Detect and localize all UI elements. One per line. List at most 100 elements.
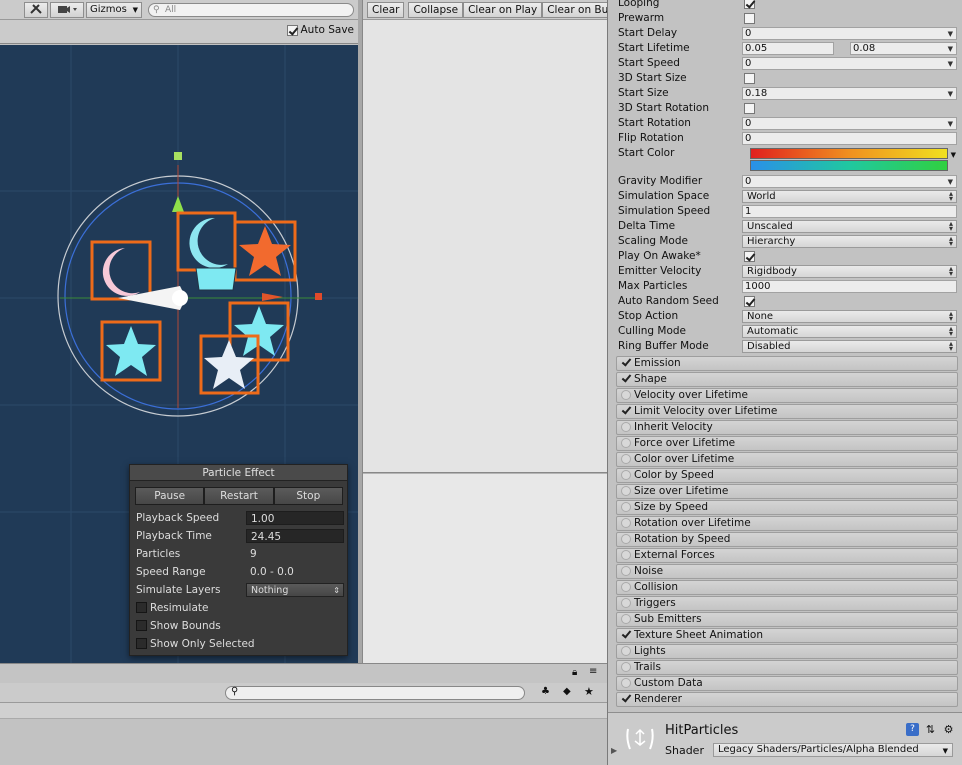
- resimulate-row[interactable]: Resimulate: [136, 600, 344, 616]
- module-lights[interactable]: Lights: [616, 644, 958, 659]
- module-toggle[interactable]: [621, 374, 631, 384]
- module-toggle[interactable]: [621, 614, 631, 624]
- module-limit-velocity-over-lifetime[interactable]: Limit Velocity over Lifetime: [616, 404, 958, 419]
- autosave-checkbox[interactable]: [286, 24, 298, 36]
- filter-type-icon[interactable]: ♣: [541, 686, 550, 697]
- restart-button[interactable]: Restart: [204, 487, 274, 505]
- playback-speed-field[interactable]: 1.00: [246, 511, 344, 525]
- start-lifetime-min-field[interactable]: 0.05: [742, 42, 834, 55]
- module-toggle[interactable]: [621, 470, 631, 480]
- module-toggle[interactable]: [621, 630, 631, 640]
- console-clear-button[interactable]: Clear: [367, 2, 405, 18]
- module-toggle[interactable]: [621, 438, 631, 448]
- autosave-toggle[interactable]: Auto Save: [286, 24, 354, 36]
- looping-checkbox[interactable]: [744, 0, 755, 9]
- emitter-velocity-dropdown[interactable]: Rigidbody ▴ ▾: [742, 265, 957, 278]
- module-emission[interactable]: Emission: [616, 356, 958, 371]
- chevron-down-icon[interactable]: ▼: [948, 59, 953, 70]
- start-lifetime-max-field[interactable]: 0.08 ▼: [850, 42, 957, 55]
- delta-time-dropdown[interactable]: Unscaled ▴ ▾: [742, 220, 957, 233]
- module-toggle[interactable]: [621, 694, 631, 704]
- gizmos-dropdown[interactable]: Gizmos ▼: [86, 2, 142, 18]
- module-toggle[interactable]: [621, 486, 631, 496]
- module-toggle[interactable]: [621, 550, 631, 560]
- chevron-down-icon[interactable]: ▼: [948, 177, 953, 188]
- culling-mode-dropdown[interactable]: Automatic ▴ ▾: [742, 325, 957, 338]
- gear-icon[interactable]: ⚙: [942, 723, 955, 736]
- module-toggle[interactable]: [621, 662, 631, 672]
- chevron-down-icon[interactable]: ▼: [948, 29, 953, 40]
- module-force-over-lifetime[interactable]: Force over Lifetime: [616, 436, 958, 451]
- scene-search-input[interactable]: ⚲ All: [148, 3, 354, 17]
- prewarm-checkbox[interactable]: [744, 13, 755, 24]
- chevron-down-icon[interactable]: ▼: [948, 89, 953, 100]
- module-shape[interactable]: Shape: [616, 372, 958, 387]
- 3d-start-size-checkbox[interactable]: [744, 73, 755, 84]
- show-bounds-row[interactable]: Show Bounds: [136, 618, 344, 634]
- start-speed-field[interactable]: 0 ▼: [742, 57, 957, 70]
- ring-buffer-mode-dropdown[interactable]: Disabled ▴ ▾: [742, 340, 957, 353]
- auto-random-seed-checkbox[interactable]: [744, 296, 755, 307]
- module-custom-data[interactable]: Custom Data: [616, 676, 958, 691]
- chevron-down-icon[interactable]: ▼: [951, 148, 956, 163]
- console-clear-on-build-button[interactable]: Clear on Bu: [542, 2, 614, 18]
- module-toggle[interactable]: [621, 582, 631, 592]
- start-delay-field[interactable]: 0 ▼: [742, 27, 957, 40]
- module-inherit-velocity[interactable]: Inherit Velocity: [616, 420, 958, 435]
- start-color-gradient-bottom[interactable]: [750, 160, 948, 171]
- module-size-over-lifetime[interactable]: Size over Lifetime: [616, 484, 958, 499]
- module-toggle[interactable]: [621, 390, 631, 400]
- module-toggle[interactable]: [621, 646, 631, 656]
- play-on-awake-checkbox[interactable]: [744, 251, 755, 262]
- module-color-by-speed[interactable]: Color by Speed: [616, 468, 958, 483]
- 3d-start-rotation-checkbox[interactable]: [744, 103, 755, 114]
- show-only-selected-row[interactable]: Show Only Selected: [136, 636, 344, 652]
- module-toggle[interactable]: [621, 566, 631, 576]
- module-size-by-speed[interactable]: Size by Speed: [616, 500, 958, 515]
- module-sub-emitters[interactable]: Sub Emitters: [616, 612, 958, 627]
- y-handle[interactable]: [174, 152, 182, 160]
- show-bounds-checkbox[interactable]: [136, 620, 147, 631]
- module-rotation-over-lifetime[interactable]: Rotation over Lifetime: [616, 516, 958, 531]
- simulation-speed-field[interactable]: 1: [742, 205, 957, 218]
- simulation-space-dropdown[interactable]: World ▴ ▾: [742, 190, 957, 203]
- playback-time-field[interactable]: 24.45: [246, 529, 344, 543]
- camera-button[interactable]: [50, 2, 84, 18]
- x-axis-arrow[interactable]: [262, 293, 283, 301]
- console-clear-on-play-button[interactable]: Clear on Play: [463, 2, 543, 18]
- module-toggle[interactable]: [621, 358, 631, 368]
- start-rotation-field[interactable]: 0 ▼: [742, 117, 957, 130]
- foldout-arrow-icon[interactable]: ▶: [611, 746, 617, 755]
- star-icon[interactable]: ★: [584, 685, 594, 698]
- scene-viewport[interactable]: Particle Effect Pause Restart Stop Playb…: [0, 45, 358, 663]
- module-noise[interactable]: Noise: [616, 564, 958, 579]
- chevron-down-icon[interactable]: ▼: [948, 119, 953, 130]
- simulate-layers-dropdown[interactable]: Nothing ⇕: [246, 583, 344, 597]
- module-toggle[interactable]: [621, 454, 631, 464]
- module-rotation-by-speed[interactable]: Rotation by Speed: [616, 532, 958, 547]
- tools-button[interactable]: [24, 2, 48, 18]
- module-trails[interactable]: Trails: [616, 660, 958, 675]
- help-icon[interactable]: ?: [906, 723, 919, 736]
- module-velocity-over-lifetime[interactable]: Velocity over Lifetime: [616, 388, 958, 403]
- shader-dropdown[interactable]: Legacy Shaders/Particles/Alpha Blended ▼: [713, 743, 953, 757]
- module-toggle[interactable]: [621, 598, 631, 608]
- module-toggle[interactable]: [621, 534, 631, 544]
- module-toggle[interactable]: [621, 502, 631, 512]
- module-toggle[interactable]: [621, 422, 631, 432]
- y-axis-arrow[interactable]: [172, 196, 184, 212]
- pause-button[interactable]: Pause: [135, 487, 205, 505]
- module-toggle[interactable]: [621, 518, 631, 528]
- module-color-over-lifetime[interactable]: Color over Lifetime: [616, 452, 958, 467]
- scaling-mode-dropdown[interactable]: Hierarchy ▴ ▾: [742, 235, 957, 248]
- flip-rotation-field[interactable]: 0: [742, 132, 957, 145]
- show-only-selected-checkbox[interactable]: [136, 638, 147, 649]
- module-collision[interactable]: Collision: [616, 580, 958, 595]
- chevron-down-icon[interactable]: ▼: [948, 44, 953, 55]
- project-search-input[interactable]: ⚲: [225, 686, 525, 700]
- stop-button[interactable]: Stop: [273, 487, 343, 505]
- start-color-gradient-top[interactable]: [750, 148, 948, 159]
- module-texture-sheet-animation[interactable]: Texture Sheet Animation: [616, 628, 958, 643]
- preset-icon[interactable]: ⇅: [924, 723, 937, 736]
- tag-icon[interactable]: ◆: [563, 686, 571, 697]
